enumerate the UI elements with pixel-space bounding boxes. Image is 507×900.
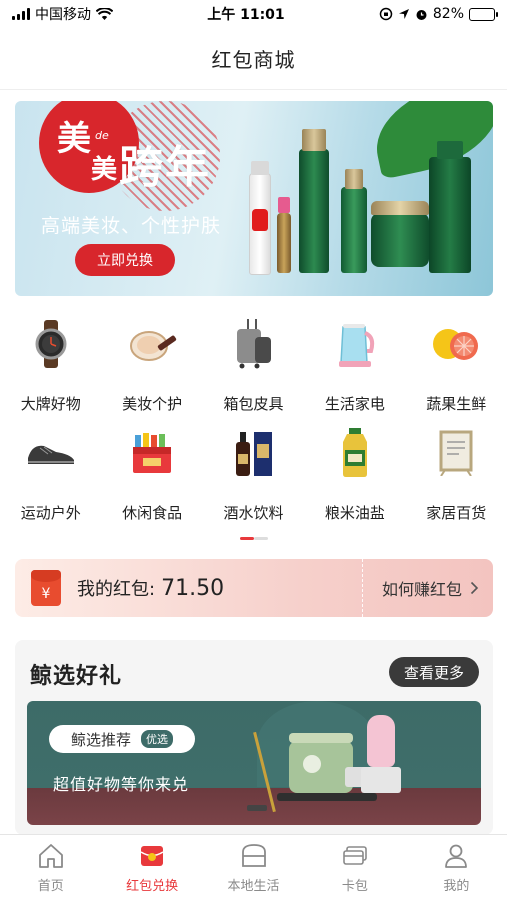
home-icon <box>36 841 66 871</box>
promo-pill: 鲸选推荐 优选 <box>49 725 195 753</box>
photo-frame-icon <box>430 427 482 479</box>
luggage-icon <box>227 318 279 370</box>
status-bar: 中国移动 上午 11:01 82% <box>0 0 507 28</box>
page-indicator <box>0 537 507 540</box>
tab-label: 卡包 <box>341 879 368 894</box>
banner-subtitle: 高端美妆、个性护肤 <box>41 215 222 237</box>
alarm-icon <box>416 9 427 20</box>
tab-local-life[interactable]: 本地生活 <box>203 835 304 900</box>
category-label: 美妆个护 <box>122 395 183 413</box>
how-to-earn-link[interactable]: 如何赚红包 <box>382 559 479 617</box>
watch-icon <box>25 318 77 370</box>
category-item[interactable]: 运动户外 <box>0 421 101 530</box>
battery-percent: 82% <box>432 6 464 22</box>
snacks-icon <box>126 427 178 479</box>
oil-bottle-icon <box>329 427 381 479</box>
redeem-now-button[interactable]: 立即兑换 <box>75 244 175 276</box>
banner-de: de <box>95 129 109 142</box>
promo-banner[interactable]: 美 de 美 跨年 高端美妆、个性护肤 立即兑换 <box>15 101 493 296</box>
category-item[interactable]: 生活家电 <box>304 312 405 421</box>
banner-headline-1: 跨 <box>119 142 165 193</box>
red-packet-amount: 71.50 <box>161 575 225 601</box>
category-item[interactable]: 家居百货 <box>406 421 507 530</box>
shoe-icon <box>25 427 77 479</box>
featured-gifts-section: 鲸选好礼 查看更多 鲸选推荐 优选 超值好物等你来兑 <box>15 640 493 835</box>
profile-icon <box>441 841 471 871</box>
kettle-icon <box>329 318 381 370</box>
battery-icon <box>469 7 498 21</box>
bottom-tab-bar: 首页 红包兑换 本地生活 卡包 我的 <box>0 834 507 900</box>
category-label: 箱包皮具 <box>223 395 284 413</box>
my-red-packet-label: 我的红包: <box>77 579 156 600</box>
section-title: 鲸选好礼 <box>30 664 123 689</box>
category-item[interactable]: 箱包皮具 <box>203 312 304 421</box>
category-item[interactable]: 粮米油盐 <box>304 421 405 530</box>
category-label: 蔬果生鲜 <box>426 395 487 413</box>
how-to-earn-label: 如何赚红包 <box>381 580 462 599</box>
banner-char-1: 美 <box>57 119 91 159</box>
tab-home[interactable]: 首页 <box>0 835 101 900</box>
tab-label: 首页 <box>37 879 64 894</box>
category-grid: 大牌好物 美妆个护 箱包皮具 生活家电 蔬果生鲜 运动户外 休闲食品 酒水饮料 … <box>0 312 507 530</box>
cosmetics-icon <box>126 318 178 370</box>
card-divider <box>362 559 363 617</box>
chevron-right-icon <box>470 581 479 595</box>
tab-label: 本地生活 <box>227 879 280 894</box>
yuan-symbol: ¥ <box>41 586 51 602</box>
page-title: 红包商城 <box>211 48 296 72</box>
category-label: 粮米油盐 <box>324 504 385 522</box>
banner-headline: 跨年 <box>119 131 211 195</box>
red-packet-icon: ¥ <box>31 570 61 606</box>
tab-red-packet-exchange[interactable]: 红包兑换 <box>101 835 202 900</box>
category-label: 家居百货 <box>426 504 487 522</box>
banner-char-2: 美 <box>91 155 118 185</box>
tab-label: 红包兑换 <box>126 879 179 894</box>
category-item[interactable]: 酒水饮料 <box>203 421 304 530</box>
clock: 上午 11:01 <box>207 7 285 23</box>
page-dot-active <box>239 537 254 540</box>
category-label: 酒水饮料 <box>223 504 284 522</box>
tab-label: 我的 <box>443 879 470 894</box>
red-packet-card: ¥ 我的红包: 71.50 如何赚红包 <box>15 559 493 617</box>
navigation-bar: 红包商城 <box>0 28 507 90</box>
signal-icon <box>12 8 30 20</box>
category-label: 生活家电 <box>324 395 385 413</box>
category-label: 运动户外 <box>20 504 81 522</box>
wifi-icon <box>96 7 113 20</box>
promo-text: 超值好物等你来兑 <box>53 775 190 794</box>
carrier-label: 中国移动 <box>35 7 91 23</box>
grapefruit-icon <box>430 318 482 370</box>
tab-card-wallet[interactable]: 卡包 <box>304 835 405 900</box>
category-item[interactable]: 休闲食品 <box>101 421 202 530</box>
location-icon <box>398 9 409 19</box>
category-label: 休闲食品 <box>122 504 183 522</box>
page-dot <box>253 537 268 540</box>
featured-promo-banner[interactable]: 鲸选推荐 优选 超值好物等你来兑 <box>27 701 481 825</box>
category-item[interactable]: 蔬果生鲜 <box>406 312 507 421</box>
category-label: 大牌好物 <box>20 395 81 413</box>
promo-pill-label: 鲸选推荐 <box>71 730 132 749</box>
red-packet-icon <box>137 841 167 871</box>
banner-headline-2: 年 <box>165 142 211 193</box>
local-life-icon <box>239 841 269 871</box>
view-more-button[interactable]: 查看更多 <box>389 657 479 687</box>
category-item[interactable]: 大牌好物 <box>0 312 101 421</box>
promo-tag: 优选 <box>141 730 174 748</box>
tab-profile[interactable]: 我的 <box>406 835 507 900</box>
card-wallet-icon <box>340 841 370 871</box>
rotation-lock-icon <box>379 7 393 21</box>
category-item[interactable]: 美妆个护 <box>101 312 202 421</box>
liquor-icon <box>227 427 279 479</box>
